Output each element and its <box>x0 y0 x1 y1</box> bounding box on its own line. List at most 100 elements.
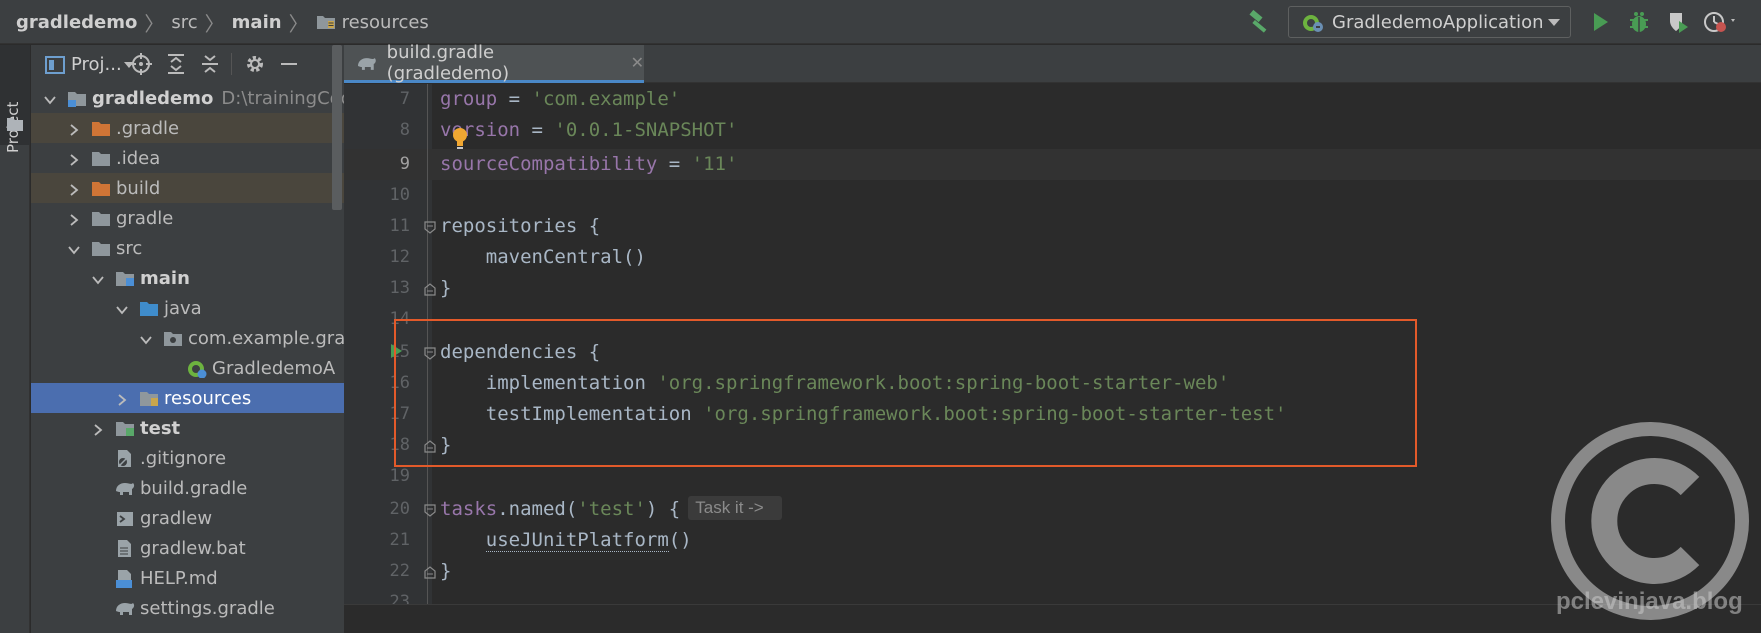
tree-item-label: .gradle <box>116 117 180 139</box>
shell-file-icon <box>115 509 135 528</box>
debug-icon[interactable] <box>1627 10 1651 34</box>
tree-item-resources[interactable]: resources <box>31 383 344 413</box>
tree-item-gitignore[interactable]: .gitignore <box>31 443 344 473</box>
tree-item-gradlew[interactable]: gradlew <box>31 503 344 533</box>
lightbulb-icon[interactable] <box>451 127 469 151</box>
profile-icon[interactable] <box>1703 10 1737 34</box>
tree-item-label: java <box>164 297 202 319</box>
toolbar-separator <box>231 53 232 75</box>
close-icon[interactable]: ✕ <box>631 53 644 72</box>
expand-all-icon[interactable] <box>165 53 187 75</box>
minimize-icon[interactable] <box>278 53 300 75</box>
inlay-type-hint: Task it -> <box>688 496 782 520</box>
fold-close-icon[interactable] <box>424 566 436 579</box>
line-number: 7 <box>399 89 410 109</box>
breadcrumb-item-src[interactable]: src <box>171 12 197 33</box>
gradle-file-icon <box>115 599 135 618</box>
project-panel: Proj... gradledemo D:\trainingCo .gradle… <box>31 45 344 633</box>
tab-build-gradle[interactable]: build.gradle (gradledemo) ✕ <box>344 42 644 84</box>
chevron-right-icon[interactable] <box>67 151 81 166</box>
gear-icon[interactable] <box>244 53 266 75</box>
tree-item-gradledemo[interactable]: gradledemo D:\trainingCode <box>31 83 344 113</box>
tree-item-gradle[interactable]: .gradle <box>31 113 344 143</box>
tree-item-label: main <box>140 267 190 289</box>
ignore-file-icon <box>115 449 135 468</box>
tree-item-label: build.gradle <box>140 477 248 499</box>
fold-open-icon[interactable] <box>424 221 436 234</box>
chevron-right-icon[interactable] <box>67 211 81 226</box>
excluded-folder-icon <box>91 179 111 198</box>
spring-class-icon <box>187 359 207 378</box>
tree-item-help-md[interactable]: HELP.md <box>31 563 344 593</box>
chevron-right-icon[interactable] <box>115 391 129 406</box>
tree-item-label: build <box>116 177 161 199</box>
breadcrumb-item-resources[interactable]: resources <box>316 12 429 33</box>
bat-file-icon <box>115 539 135 558</box>
run-icon[interactable] <box>1588 10 1612 34</box>
tree-item-com-example-gra[interactable]: com.example.gra <box>31 323 344 353</box>
resources-folder-icon <box>316 16 335 29</box>
line-number: 11 <box>389 216 410 236</box>
chevron-down-icon[interactable] <box>43 91 57 105</box>
chevron-down-icon[interactable] <box>91 271 105 285</box>
scrollbar[interactable] <box>332 45 342 210</box>
run-configuration-select[interactable]: GradledemoApplication <box>1288 6 1571 38</box>
tree-item-gradle[interactable]: gradle <box>31 203 344 233</box>
resources-folder-icon <box>139 389 159 408</box>
fold-close-icon[interactable] <box>424 283 436 296</box>
line-number: 12 <box>389 247 410 267</box>
tree-item-main[interactable]: main <box>31 263 344 293</box>
line-number: 8 <box>399 120 410 140</box>
project-view-label: Proj... <box>71 54 122 75</box>
gradle-elephant-icon <box>357 57 376 70</box>
line-number: 10 <box>389 185 410 205</box>
breadcrumb-item-main[interactable]: main <box>232 12 282 33</box>
spring-boot-icon <box>1303 15 1323 32</box>
chevron-right-icon: 〉 <box>144 11 165 36</box>
chevron-right-icon[interactable] <box>67 121 81 136</box>
package-folder-icon <box>163 329 183 348</box>
tree-item-test[interactable]: test <box>31 413 344 443</box>
tree-item-label: test <box>140 417 181 439</box>
chevron-down-icon[interactable] <box>139 331 153 345</box>
folder-icon <box>7 118 23 131</box>
tree-item-java[interactable]: java <box>31 293 344 323</box>
chevron-right-icon: 〉 <box>288 11 309 36</box>
tree-item-idea[interactable]: .idea <box>31 143 344 173</box>
watermark-text: pclevinjava.blog <box>1556 588 1743 615</box>
tree-item-label: src <box>116 237 143 259</box>
tree-item-gradledemoa[interactable]: GradledemoA <box>31 353 344 383</box>
tree-item-build-gradle[interactable]: build.gradle <box>31 473 344 503</box>
code-line-13: } <box>440 277 452 299</box>
project-view-selector[interactable]: Proj... <box>45 54 134 75</box>
chevron-right-icon: 〉 <box>204 11 225 36</box>
tree-item-build[interactable]: build <box>31 173 344 203</box>
dependencies-highlight-box <box>394 319 1417 467</box>
fold-open-icon[interactable] <box>424 504 436 517</box>
tree-item-label: HELP.md <box>140 567 218 589</box>
project-tool-window-tab[interactable]: Project <box>0 45 30 153</box>
line-number: 23 <box>389 592 410 604</box>
chevron-down-icon[interactable] <box>115 301 129 315</box>
code-line-9: sourceCompatibility = '11' <box>440 153 738 175</box>
tree-item-gradlew-bat[interactable]: gradlew.bat <box>31 533 344 563</box>
coverage-icon[interactable] <box>1666 10 1690 34</box>
line-number: 9 <box>399 154 410 174</box>
code-line-11: repositories { <box>440 215 601 237</box>
run-configuration-label: GradledemoApplication <box>1332 11 1544 33</box>
code-line-7: group = 'com.example' <box>440 88 681 110</box>
tree-item-label: gradlew.bat <box>140 537 246 559</box>
chevron-right-icon[interactable] <box>67 181 81 196</box>
chevron-right-icon[interactable] <box>91 421 105 436</box>
tree-item-settings-gradle[interactable]: settings.gradle <box>31 593 344 623</box>
line-number: 22 <box>389 561 410 581</box>
code-line-22: } <box>440 560 452 582</box>
breadcrumb-item-project[interactable]: gradledemo <box>16 12 137 33</box>
chevron-down-icon[interactable] <box>67 241 81 255</box>
collapse-all-icon[interactable] <box>199 53 221 75</box>
locate-target-icon[interactable] <box>130 53 152 75</box>
tree-item-label: gradledemo <box>92 87 214 109</box>
build-hammer-icon[interactable] <box>1246 9 1272 35</box>
tree-item-src[interactable]: src <box>31 233 344 263</box>
